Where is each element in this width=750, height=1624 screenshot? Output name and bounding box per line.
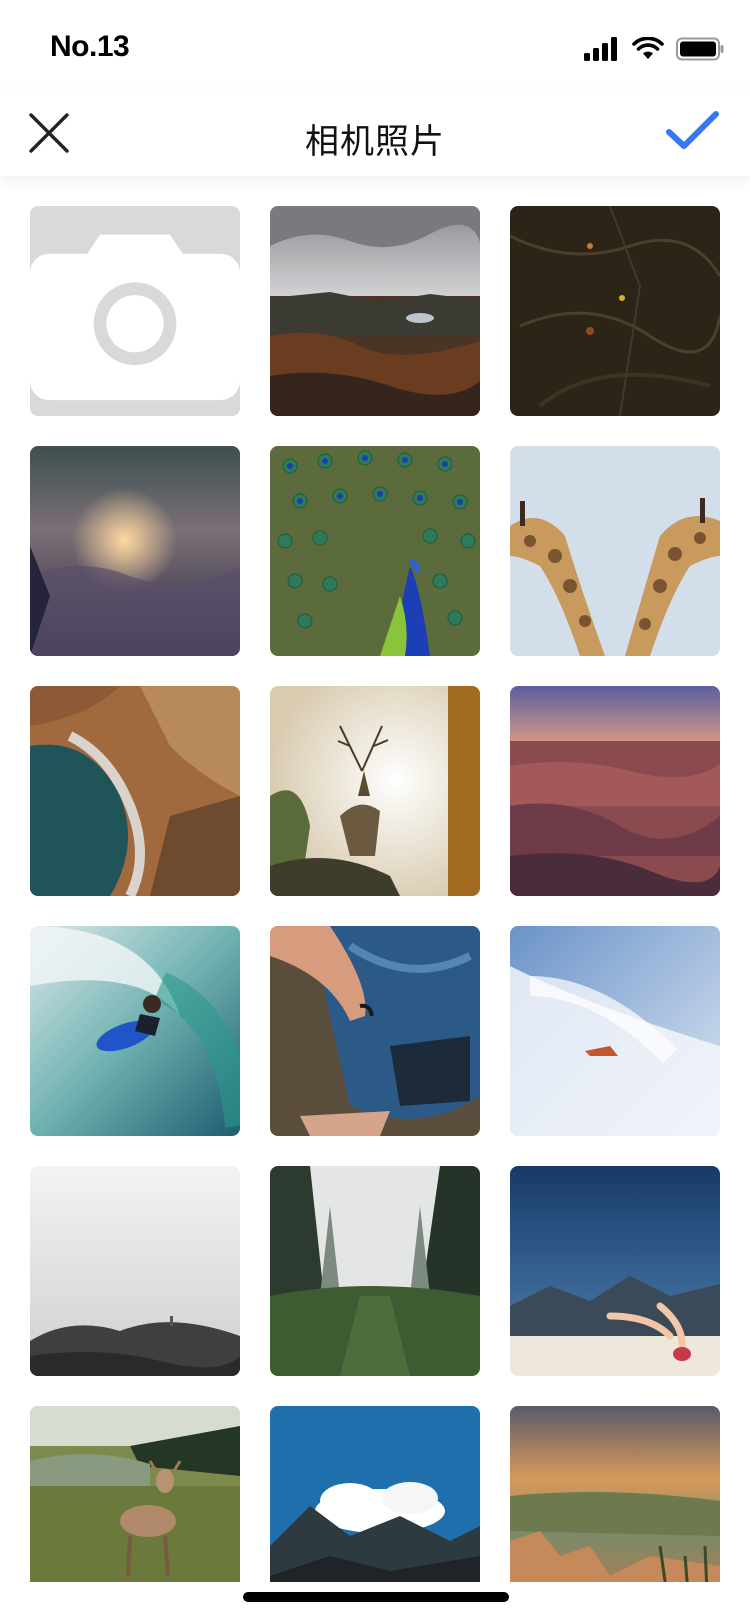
photo-thumbnail[interactable] [30, 1166, 240, 1376]
photo-thumbnail[interactable] [510, 1406, 720, 1582]
photo-thumbnail[interactable] [510, 206, 720, 416]
photo-thumbnail[interactable] [270, 1406, 480, 1582]
camera-tile[interactable] [30, 206, 240, 416]
status-time: No.13 [50, 30, 130, 63]
photo-thumbnail[interactable] [510, 926, 720, 1136]
photo-thumbnail[interactable] [30, 686, 240, 896]
photo-thumbnail[interactable] [270, 1166, 480, 1376]
status-icons [584, 34, 724, 64]
battery-icon [676, 37, 724, 61]
page-title: 相机照片 [305, 122, 445, 162]
status-bar: No.13 [0, 0, 750, 90]
confirm-button[interactable] [664, 108, 722, 158]
camera-icon [30, 234, 240, 401]
photo-thumbnail[interactable] [30, 926, 240, 1136]
photo-thumbnail[interactable] [510, 686, 720, 896]
photo-thumbnail[interactable] [270, 926, 480, 1136]
photo-thumbnail[interactable] [30, 446, 240, 656]
photo-thumbnail[interactable] [270, 206, 480, 416]
photo-thumbnail[interactable] [510, 1166, 720, 1376]
nav-bar: 相机照片 [0, 90, 750, 176]
photo-thumbnail[interactable] [270, 446, 480, 656]
home-indicator[interactable] [243, 1592, 509, 1602]
checkmark-icon [666, 111, 719, 149]
photo-thumbnail[interactable] [270, 686, 480, 896]
photo-thumbnail[interactable] [510, 446, 720, 656]
signal-icon [584, 37, 617, 61]
wifi-icon [632, 37, 664, 59]
photo-grid [30, 206, 720, 1582]
photo-thumbnail[interactable] [30, 1406, 240, 1582]
